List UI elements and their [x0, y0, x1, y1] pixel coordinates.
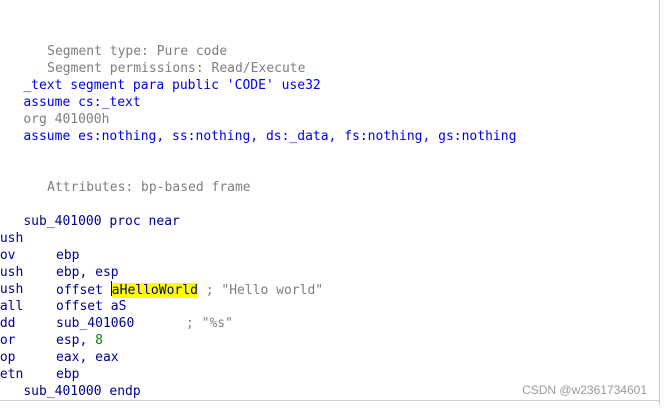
instruction-line[interactable]: add esp, 8	[0, 298, 657, 348]
proc-end-line[interactable]: sub_401000 endp	[0, 366, 657, 399]
segment-permissions-comment: Segment permissions: Read/Execute	[8, 43, 657, 76]
proc-end-label[interactable]: sub_401000 endp	[23, 384, 140, 399]
window-right-border	[659, 0, 660, 405]
instruction-line[interactable]: pop ebp	[0, 332, 657, 382]
instruction-line[interactable]: mov ebp, esp	[0, 230, 657, 280]
window-bottom-border	[0, 400, 660, 401]
org-line[interactable]: org 401000h	[0, 94, 657, 127]
segment-directive-line[interactable]: _text segment para public 'CODE' use32	[0, 60, 657, 93]
instruction-line-selected[interactable]: push offset aHelloWorld ; "Hello world"	[0, 247, 657, 298]
assume-cs-line[interactable]: assume cs:_text	[0, 77, 657, 110]
proc-start-line[interactable]: sub_401000 proc near	[0, 196, 657, 229]
segment-type-comment: Segment type: Pure code	[8, 26, 657, 59]
instruction-line[interactable]: xor eax, eax	[0, 315, 657, 365]
instruction-line[interactable]: push offset aS ; "%s"	[0, 264, 657, 331]
attributes-comment: Attributes: bp-based frame	[8, 162, 657, 195]
instruction-line[interactable]: call sub_401060	[0, 281, 657, 331]
csdn-watermark: CSDN @w2361734601	[522, 383, 647, 397]
assume-all-line[interactable]: assume es:nothing, ss:nothing, ds:_data,…	[0, 111, 657, 144]
instruction-line[interactable]: retn	[0, 349, 657, 382]
instruction-line[interactable]: push ebp	[0, 213, 657, 263]
disassembly-listing[interactable]: Segment type: Pure code Segment permissi…	[0, 26, 657, 399]
